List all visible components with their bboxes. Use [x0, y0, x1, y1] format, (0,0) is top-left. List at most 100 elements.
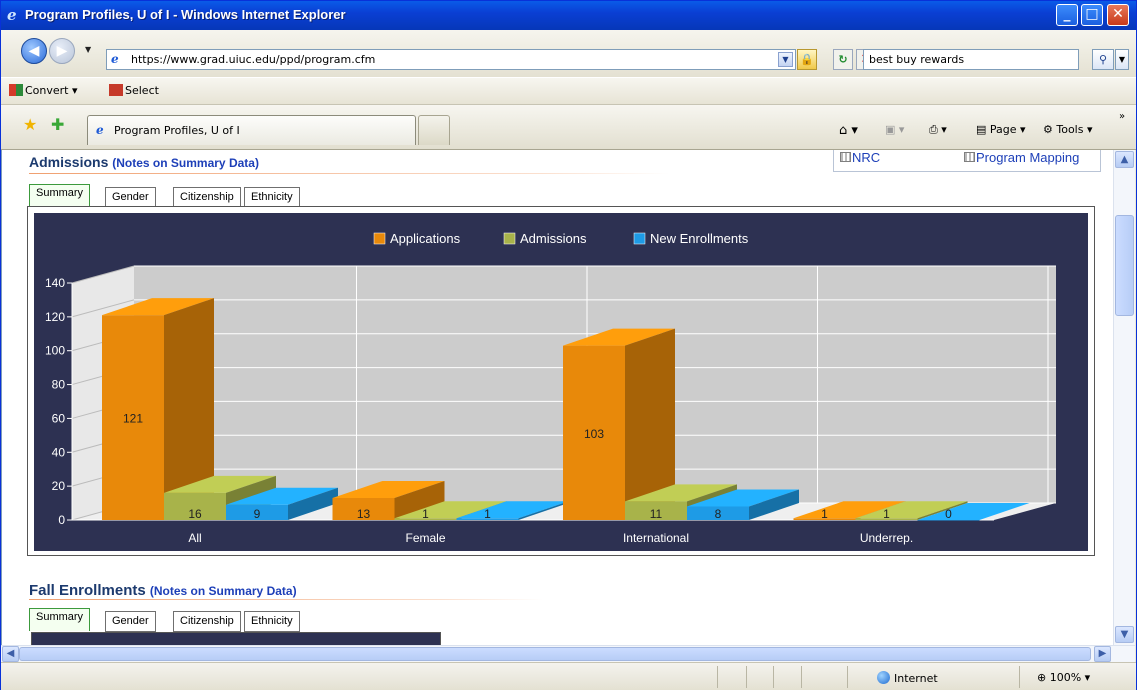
- maximize-button[interactable]: □: [1081, 4, 1103, 26]
- scroll-up-icon[interactable]: ▲: [1115, 151, 1134, 168]
- search-box[interactable]: best buy rewards: [863, 49, 1079, 70]
- status-separator: [773, 666, 774, 688]
- nrc-icon: [840, 152, 851, 162]
- y-tick-label: 80: [52, 378, 66, 392]
- convert-button[interactable]: Convert ▾: [9, 84, 78, 97]
- tools-menu[interactable]: ⚙ Tools ▾: [1043, 123, 1093, 136]
- address-dropdown-icon[interactable]: ▼: [778, 52, 793, 67]
- fall-enrollments-title: Fall Enrollments: [29, 582, 146, 599]
- nrc-link[interactable]: NRC: [840, 150, 880, 165]
- y-tick-label: 100: [45, 344, 65, 358]
- admissions-tab-gender[interactable]: Gender: [105, 187, 156, 208]
- search-icon[interactable]: ⚲: [1092, 49, 1114, 70]
- legend-label: Applications: [390, 231, 461, 246]
- fall-tab-ethnicity[interactable]: Ethnicity: [244, 611, 300, 632]
- y-tick-label: 120: [45, 310, 65, 324]
- bar-value-label: 1: [821, 507, 828, 521]
- feeds-icon[interactable]: ▣ ▾: [885, 123, 904, 136]
- add-favorites-icon[interactable]: ✚: [51, 115, 64, 134]
- page-menu[interactable]: ▤ Page ▾: [976, 123, 1026, 136]
- bar-value-label: 103: [584, 427, 604, 441]
- horizontal-scroll-thumb[interactable]: [19, 647, 1091, 661]
- more-commands-chevron[interactable]: »: [1119, 111, 1125, 122]
- convert-label: Convert: [25, 84, 69, 97]
- favorites-star-icon[interactable]: ★: [23, 115, 37, 134]
- legend-swatch: [373, 232, 386, 245]
- minimize-button[interactable]: _: [1056, 4, 1078, 26]
- lock-icon[interactable]: 🔒: [797, 49, 817, 70]
- forward-button[interactable]: ▶: [49, 38, 75, 64]
- admissions-heading: Admissions (Notes on Summary Data): [29, 154, 259, 170]
- fall-underline: [29, 599, 543, 600]
- x-tick-label: All: [188, 531, 201, 545]
- admissions-tab-citizenship[interactable]: Citizenship: [173, 187, 241, 208]
- page-menu-label: Page: [989, 123, 1017, 136]
- bar-value-label: 1: [484, 507, 491, 521]
- vertical-scrollbar[interactable]: ▲ ▼: [1113, 150, 1135, 645]
- bar-value-label: 1: [883, 507, 890, 521]
- zoom-control[interactable]: ⊕ 100% ▾: [1037, 671, 1090, 684]
- search-input[interactable]: best buy rewards: [869, 53, 964, 66]
- scroll-right-icon[interactable]: ▶: [1094, 646, 1111, 662]
- side-links-box: NRC Program Mapping: [833, 150, 1101, 172]
- zoom-level: 100%: [1049, 671, 1082, 684]
- search-options-dropdown[interactable]: ▼: [1115, 49, 1129, 70]
- admissions-notes-link[interactable]: (Notes on Summary Data): [112, 156, 259, 170]
- admissions-chart-panel: 0 20 40 60 80 100 120 140 Applications Admissions…: [34, 213, 1088, 551]
- window-title: Program Profiles, U of I - Windows Inter…: [25, 7, 346, 22]
- x-tick-label: Female: [405, 531, 445, 545]
- select-icon: [109, 84, 123, 96]
- address-bar[interactable]: e https://www.grad.uiuc.edu/ppd/program.…: [106, 49, 796, 70]
- bar-value-label: 11: [650, 507, 663, 521]
- status-separator: [746, 666, 747, 688]
- vertical-scroll-thumb[interactable]: [1115, 215, 1134, 316]
- bar-value-label: 9: [254, 507, 261, 521]
- back-button[interactable]: ◀: [21, 38, 47, 64]
- zone-label: Internet: [894, 672, 938, 685]
- scroll-down-icon[interactable]: ▼: [1115, 626, 1134, 643]
- select-button[interactable]: Select: [109, 84, 159, 97]
- bar-value-label: 0: [945, 507, 952, 521]
- fall-tab-summary[interactable]: Summary: [29, 608, 91, 631]
- tools-menu-label: Tools: [1056, 123, 1084, 136]
- home-icon[interactable]: ⌂ ▾: [839, 123, 858, 138]
- tab-program-profiles[interactable]: e Program Profiles, U of I: [87, 115, 416, 145]
- refresh-icon[interactable]: ↻: [833, 49, 853, 70]
- tab-label: Program Profiles, U of I: [114, 124, 240, 137]
- admissions-title: Admissions: [29, 154, 109, 170]
- status-bar: Internet ⊕ 100% ▾: [1, 662, 1136, 690]
- admissions-chart: 020406080100120140Applications Admissions…: [45, 231, 1056, 545]
- fall-notes-link[interactable]: (Notes on Summary Data): [150, 584, 297, 598]
- bar-value-label: 8: [715, 507, 722, 521]
- status-separator: [801, 666, 802, 688]
- print-icon[interactable]: ⎙ ▾: [929, 123, 947, 137]
- page-icon: e: [111, 52, 119, 66]
- recent-pages-dropdown[interactable]: ▼: [85, 45, 91, 54]
- close-button[interactable]: ✕: [1107, 4, 1129, 26]
- ie-logo-icon: e: [7, 6, 17, 24]
- legend-label: Admissions: [520, 231, 587, 246]
- horizontal-scrollbar[interactable]: ◀ ▶: [1, 645, 1135, 662]
- title-bar: e Program Profiles, U of I - Windows Int…: [1, 1, 1136, 30]
- program-mapping-link[interactable]: Program Mapping: [964, 150, 1079, 165]
- bar-value-label: 121: [123, 412, 143, 426]
- security-zone[interactable]: Internet: [877, 671, 938, 685]
- scroll-left-icon[interactable]: ◀: [2, 646, 19, 662]
- legend-swatch: [633, 232, 646, 245]
- new-tab-button[interactable]: [418, 115, 450, 145]
- admissions-tab-ethnicity[interactable]: Ethnicity: [244, 187, 300, 208]
- links-toolbar: Convert ▾ Select: [1, 77, 1136, 105]
- fall-tab-citizenship[interactable]: Citizenship: [173, 611, 241, 632]
- admissions-tab-summary[interactable]: Summary: [29, 184, 91, 207]
- fall-enrollments-heading: Fall Enrollments (Notes on Summary Data): [29, 582, 297, 599]
- address-url[interactable]: https://www.grad.uiuc.edu/ppd/program.cf…: [131, 53, 375, 66]
- nrc-label: NRC: [852, 150, 881, 165]
- fall-tab-gender[interactable]: Gender: [105, 611, 156, 632]
- x-tick-label: International: [623, 531, 689, 545]
- convert-icon: [9, 84, 23, 96]
- y-tick-label: 20: [52, 479, 66, 493]
- admissions-underline: [29, 173, 669, 174]
- select-label: Select: [125, 84, 159, 97]
- bar-value-label: 1: [422, 507, 429, 521]
- legend-label: New Enrollments: [650, 231, 749, 246]
